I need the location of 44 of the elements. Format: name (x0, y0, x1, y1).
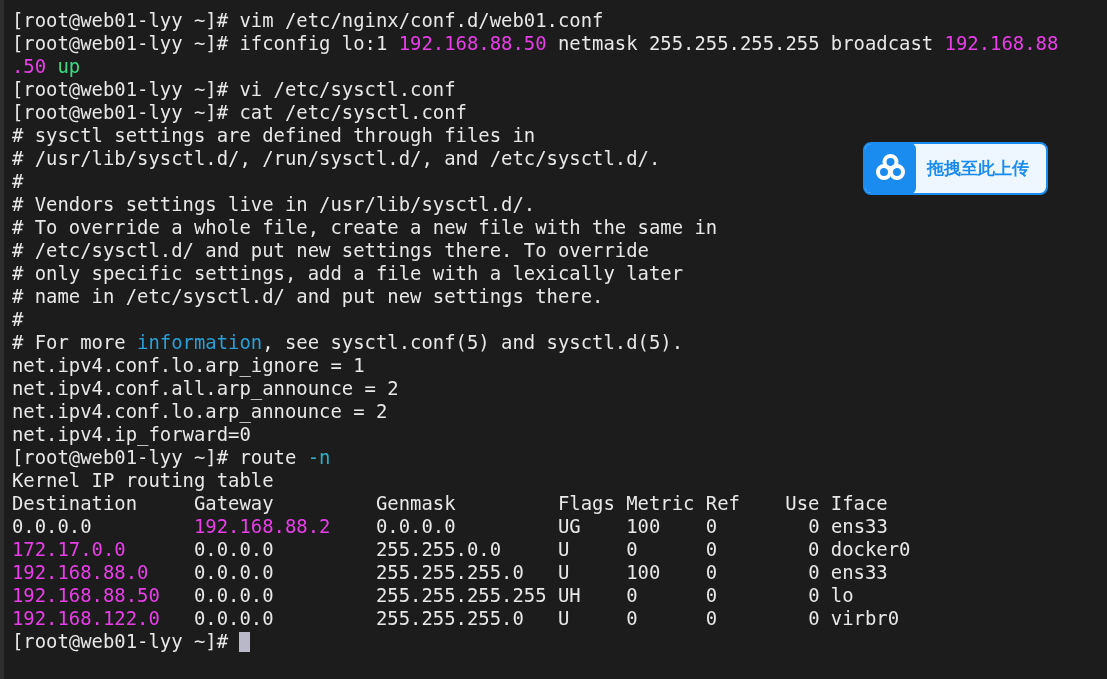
terminal-text: # /usr/lib/sysctl.d/, /run/sysctl.d/, and /etc/sysctl.d/. (12, 147, 661, 170)
terminal-text: 0.0.0.0 UG 100 0 0 ens33 (374, 515, 888, 538)
terminal-text: -n (307, 446, 331, 469)
terminal-text: netmask 255.255.255.255 broadcast (556, 32, 935, 55)
terminal-text: 0.0.0.0 255.255.255.0 U 100 0 0 ens33 (192, 561, 888, 584)
terminal-text: net.ipv4.conf.lo.arp_announce = 2 (12, 400, 388, 423)
terminal-text: 172.17.0.0 (12, 538, 126, 561)
terminal-text: 0.0.0.0 255.255.255.255 UH 0 0 0 lo (192, 584, 854, 607)
upload-widget[interactable]: 拖拽至此上传 (863, 142, 1048, 195)
terminal-text: Kernel IP routing table (12, 469, 274, 492)
terminal-text: information (137, 331, 263, 354)
terminal-text: 192.168.88.50 (398, 32, 547, 55)
terminal-text: # name in /etc/sysctl.d/ and put new settings there. (12, 285, 604, 308)
terminal-text: [root@web01-lyy ~]# vim /etc/nginx/conf.d/web01.conf (12, 9, 604, 32)
terminal-text: 192.168.88 (944, 32, 1059, 55)
terminal-text: .50 (12, 55, 47, 78)
terminal-text: 0.0.0.0 255.255.255.0 U 0 0 0 virbr0 (192, 607, 900, 630)
terminal-text: Destination Gateway Genmask Flags Metric Ref Use Iface (12, 492, 888, 515)
terminal-text: [root@web01-lyy ~]# (12, 630, 230, 653)
terminal-text: # sysctl settings are defined through files in (12, 124, 536, 147)
terminal-text: # (12, 308, 24, 331)
terminal-text: 0.0.0.0 (12, 515, 93, 538)
terminal-text: [root@web01-lyy ~]# ifconfig lo:1 (12, 32, 389, 55)
terminal-text: # For more (12, 331, 127, 354)
cloud-icon (865, 144, 916, 193)
terminal-text: 0.0.0.0 255.255.0.0 U 0 0 0 docker0 (192, 538, 911, 561)
terminal-text: up (56, 55, 81, 78)
terminal-text: 192.168.88.0 (12, 561, 149, 584)
terminal-text: # Vendors settings live in /usr/lib/sysctl.d/. (12, 193, 536, 216)
terminal-text: 192.168.88.50 (12, 584, 160, 607)
terminal-text: net.ipv4.conf.lo.arp_ignore = 1 (12, 354, 365, 377)
terminal-text: # /etc/sysctl.d/ and put new settings there. To override (12, 239, 649, 262)
terminal-text: [root@web01-lyy ~]# route (12, 446, 298, 469)
terminal-text: 192.168.122.0 (12, 607, 160, 630)
terminal-text: [root@web01-lyy ~]# vi /etc/sysctl.conf (12, 78, 456, 101)
terminal-text: 192.168.88.2 (194, 515, 331, 538)
terminal-text: # only specific settings, add a file with a lexically later (12, 262, 683, 285)
terminal-text: net.ipv4.ip_forward=0 (12, 423, 251, 446)
terminal-text: # To override a whole file, create a new file with the same in (12, 216, 718, 239)
terminal-text: , see sysctl.conf(5) and sysctl.d(5). (262, 331, 684, 354)
upload-label: 拖拽至此上传 (927, 157, 1029, 180)
terminal-text: [root@web01-lyy ~]# cat /etc/sysctl.conf (12, 101, 467, 124)
terminal-text: # (12, 170, 24, 193)
terminal-text: net.ipv4.conf.all.arp_announce = 2 (12, 377, 399, 400)
